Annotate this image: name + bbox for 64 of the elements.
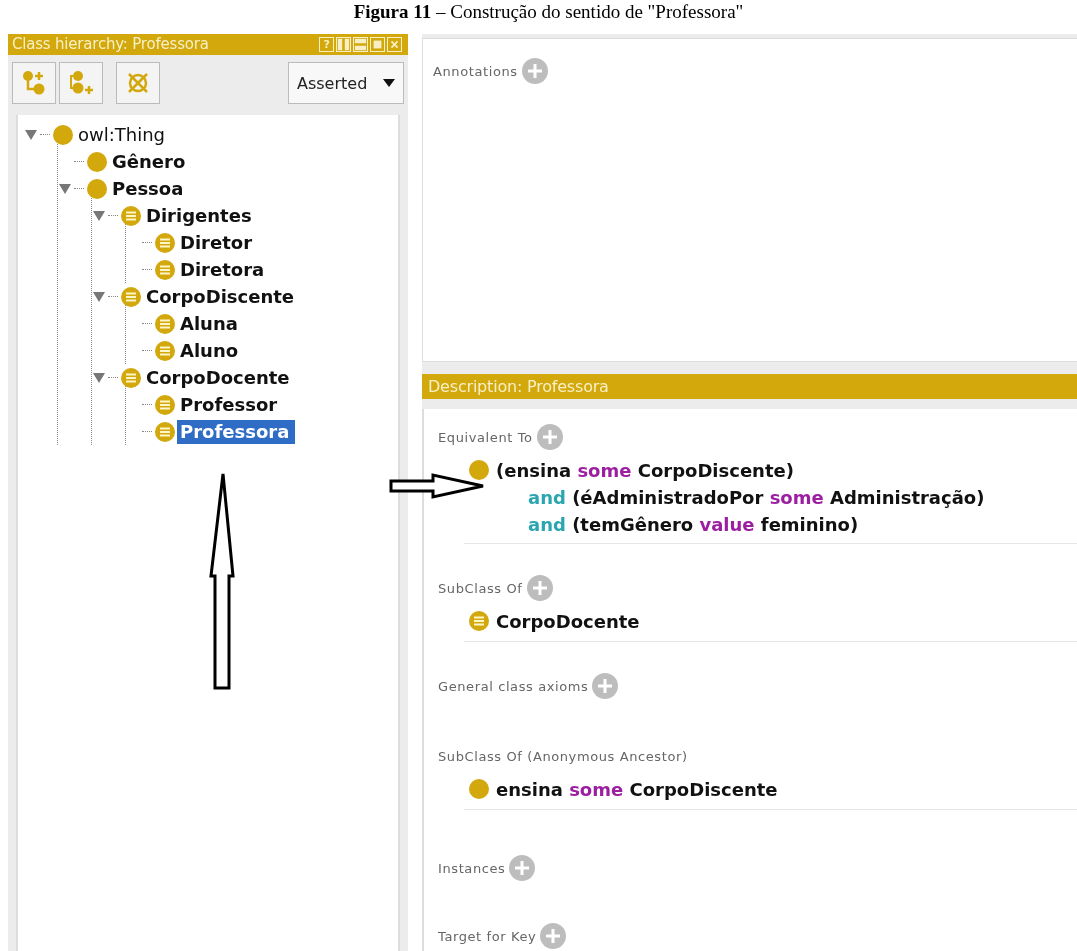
defined-class-icon	[154, 393, 176, 416]
class-icon	[86, 177, 108, 200]
class-tree-item[interactable]: Aluno	[177, 338, 245, 363]
delete-button[interactable]	[116, 62, 160, 104]
class-tree-item[interactable]: Diretor	[177, 230, 259, 255]
add-icon[interactable]	[592, 673, 619, 699]
view-dropdown[interactable]: Asserted	[288, 62, 404, 104]
split-horizontal-icon[interactable]	[353, 37, 368, 52]
section-label: Instances	[438, 860, 506, 876]
add-sibling-button[interactable]	[59, 62, 103, 104]
add-icon[interactable]	[536, 424, 563, 450]
class-tree-item[interactable]: Gênero	[109, 149, 192, 174]
expanded-triangle-icon[interactable]	[93, 290, 105, 303]
panel-title: Class hierarchy: Professora	[12, 34, 209, 55]
defined-class-icon	[154, 258, 176, 281]
section-label: Target for Key	[438, 928, 537, 944]
defined-class-icon	[154, 312, 176, 335]
add-icon[interactable]	[521, 58, 548, 84]
add-sibling-icon	[68, 70, 94, 96]
class-expression: (ensina some CorpoDiscente)	[496, 459, 795, 483]
add-icon[interactable]	[509, 855, 536, 881]
expanded-triangle-icon[interactable]	[59, 182, 71, 195]
class-tree-item[interactable]: CorpoDiscente	[143, 284, 301, 309]
class-tree-item[interactable]: owl:Thing	[75, 122, 172, 147]
defined-class-icon	[120, 204, 142, 227]
class-tree-item[interactable]: Pessoa	[109, 176, 190, 201]
add-icon[interactable]	[540, 923, 567, 949]
maximize-icon[interactable]	[370, 37, 385, 52]
class-tree-item[interactable]: Professora	[177, 419, 296, 444]
class-expression: and (temGênero value feminino)	[527, 513, 860, 537]
figure-caption: Figura 11 – Construção do sentido de "Professora"	[352, 0, 745, 24]
class-tree-item[interactable]: Dirigentes	[143, 203, 258, 228]
expanded-triangle-icon[interactable]	[93, 209, 105, 222]
class-tree-item[interactable]: Diretora	[177, 257, 271, 282]
class-expression: ensina some CorpoDiscente	[496, 778, 778, 802]
close-icon[interactable]	[387, 37, 402, 52]
defined-class-icon	[120, 366, 142, 389]
class-icon	[468, 459, 490, 481]
expanded-triangle-icon[interactable]	[93, 371, 105, 384]
section-label: Equivalent To	[438, 429, 533, 445]
panel-title: Description: Professora	[428, 376, 609, 397]
defined-class-icon	[154, 231, 176, 254]
add-icon[interactable]	[526, 575, 553, 601]
class-icon	[86, 150, 108, 173]
class-expression: and (éAdministradoPor some Administração)	[527, 486, 985, 510]
section-label: General class axioms	[438, 678, 589, 694]
class-icon	[468, 778, 490, 800]
add-sub-button[interactable]	[12, 62, 56, 104]
defined-class-icon	[154, 339, 176, 362]
section-label: SubClass Of	[438, 580, 523, 596]
add-subclass-icon	[21, 70, 47, 96]
section-label: Annotations	[433, 63, 518, 79]
class-tree-item[interactable]: CorpoDocente	[143, 365, 296, 390]
defined-class-icon	[468, 610, 490, 632]
caret-icon	[383, 79, 395, 87]
section-label: SubClass Of (Anonymous Ancestor)	[438, 748, 688, 764]
expanded-triangle-icon[interactable]	[25, 128, 37, 141]
defined-class-icon	[154, 420, 176, 443]
defined-class-icon	[120, 285, 142, 308]
class-icon	[52, 123, 74, 146]
class-tree-item[interactable]: Aluna	[177, 311, 244, 336]
split-vertical-icon[interactable]	[336, 37, 351, 52]
class-tree-item[interactable]: Professor	[177, 392, 284, 417]
class-expression: CorpoDocente	[496, 610, 640, 634]
